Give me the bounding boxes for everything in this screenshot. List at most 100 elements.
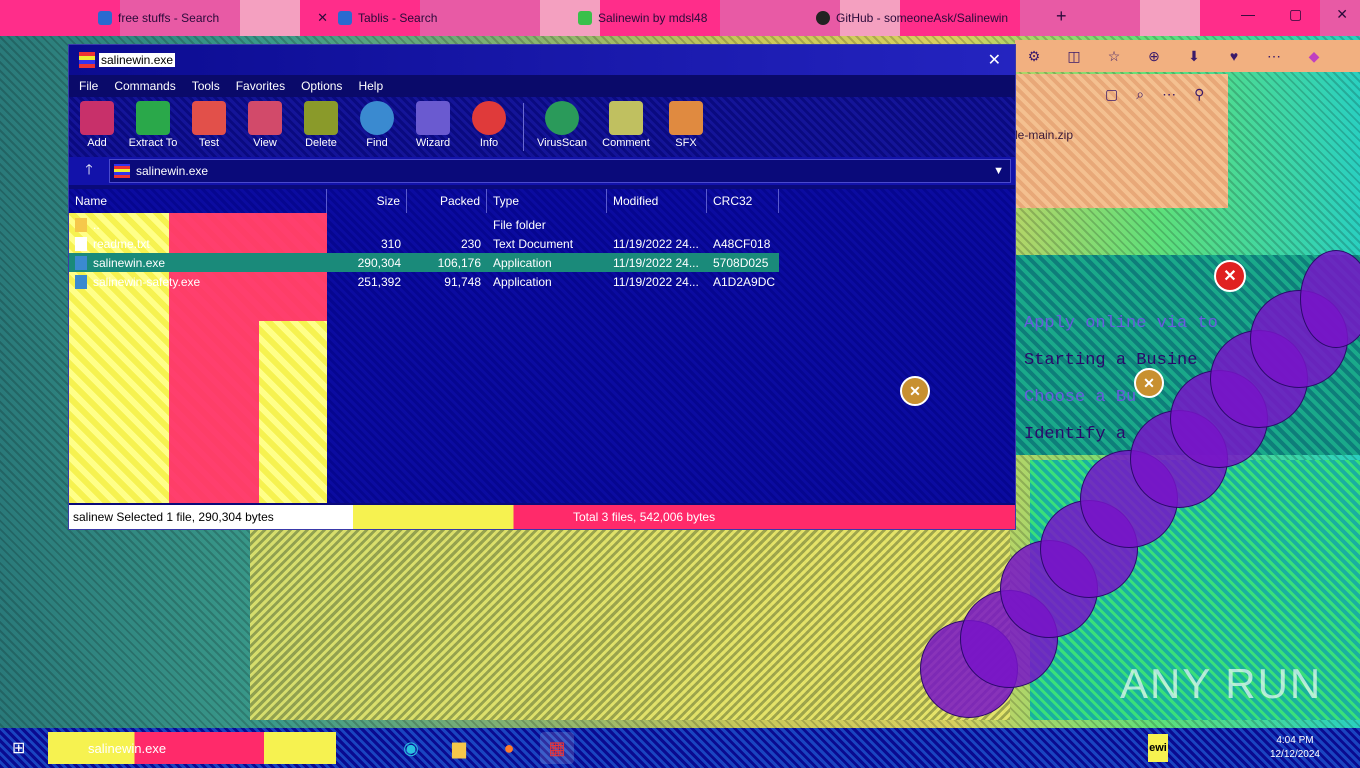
column-header-packed[interactable]: Packed: [407, 189, 487, 213]
clock[interactable]: 4:04 PM 12/12/2024: [1270, 734, 1320, 762]
path-field[interactable]: salinewin.exe ▼: [109, 159, 1011, 183]
edge-icon[interactable]: ◉: [394, 732, 428, 764]
virus-scan-icon: [545, 101, 579, 135]
tool-label: Find: [366, 137, 388, 149]
info-button[interactable]: Info: [461, 97, 517, 157]
downloads-tools: ▢ ⌕ ⋯ ⚲: [1105, 86, 1204, 103]
new-tab-button[interactable]: +: [1056, 6, 1067, 27]
tool-label: Extract To: [128, 137, 178, 149]
error-icon: ✕: [1214, 260, 1246, 292]
more-icon[interactable]: ⋯: [1265, 47, 1283, 65]
close-button[interactable]: ✕: [988, 50, 1001, 70]
status-selection: salinew Selected 1 file, 290,304 bytes: [73, 510, 274, 524]
download-file-name[interactable]: le-main.zip: [1015, 128, 1073, 142]
add-button[interactable]: Add: [69, 97, 125, 157]
taskbar-search-text: salinewin.exe: [88, 740, 167, 756]
winrar-window: salinewin.exe ✕ File Commands Tools Favo…: [68, 44, 1016, 530]
tool-label: Delete: [305, 137, 337, 149]
close-button[interactable]: ✕: [1336, 6, 1348, 23]
close-icon[interactable]: ✕: [317, 10, 328, 26]
minimize-button[interactable]: —: [1241, 6, 1255, 23]
size-cell: 251,392: [357, 274, 401, 289]
virusscan-button[interactable]: VirusScan: [530, 97, 594, 157]
browser-tab[interactable]: GitHub - someoneAsk/Salinewin: [808, 4, 1064, 32]
table-row[interactable]: salinewin.exe 290,304 106,176 Applicatio…: [69, 253, 779, 272]
table-row[interactable]: readme.txt 310 230 Text Document 11/19/2…: [69, 234, 779, 253]
start-icon[interactable]: ⊞: [12, 738, 25, 758]
menu-tools[interactable]: Tools: [192, 79, 220, 93]
column-header-crc32[interactable]: CRC32: [707, 189, 779, 213]
modified-cell: [613, 215, 707, 234]
toolbar-separator: [523, 103, 524, 151]
chevron-down-icon[interactable]: ▼: [993, 165, 1004, 177]
column-header-size[interactable]: Size: [327, 189, 407, 213]
crc-cell: A1D2A9DC: [713, 274, 776, 289]
packed-cell: 106,176: [437, 255, 481, 270]
size-cell: 290,304: [357, 255, 401, 270]
file-explorer-icon[interactable]: ▆: [442, 732, 476, 764]
test-button[interactable]: Test: [181, 97, 237, 157]
open-folder-icon[interactable]: ▢: [1105, 86, 1118, 103]
pin-icon[interactable]: ⚲: [1194, 86, 1204, 103]
page-line[interactable]: Apply online via to: [1024, 314, 1218, 333]
wizard-button[interactable]: Wizard: [405, 97, 461, 157]
table-row[interactable]: .. File folder: [69, 215, 779, 234]
name-cell: salinewin.exe: [75, 253, 325, 272]
copilot-icon[interactable]: ◆: [1305, 47, 1323, 65]
favorites-icon[interactable]: ☆: [1105, 47, 1123, 65]
search-icon[interactable]: ⌕: [1136, 86, 1144, 103]
menu-help[interactable]: Help: [358, 79, 383, 93]
menu-file[interactable]: File: [79, 79, 98, 93]
winrar-taskbar-icon[interactable]: ▦: [540, 732, 574, 764]
page-line[interactable]: Identify a: [1024, 425, 1126, 444]
collections-icon[interactable]: ⊕: [1145, 47, 1163, 65]
file-name: salinewin.exe: [93, 255, 166, 270]
tool-label: Info: [479, 137, 499, 149]
page-line[interactable]: Choose a Bu: [1024, 388, 1136, 407]
menu-options[interactable]: Options: [301, 79, 342, 93]
title-bar: salinewin.exe ✕: [69, 45, 1015, 75]
error-icon: ✕: [900, 376, 930, 406]
table-row[interactable]: salinewin-safety.exe 251,392 91,748 Appl…: [69, 272, 779, 291]
tab-title: GitHub - someoneAsk/Salinewin: [836, 11, 1009, 25]
page-line[interactable]: Starting a Busine: [1024, 351, 1197, 370]
file-name: salinewin-safety.exe: [93, 274, 201, 289]
tool-label: View: [253, 137, 277, 149]
more-icon[interactable]: ⋯: [1162, 86, 1176, 103]
file-list: Name Size Packed Type Modified CRC32 .. …: [69, 189, 1015, 503]
browser-tab[interactable]: Tablis - Search: [330, 4, 526, 32]
browser-tab[interactable]: Salinewin by mdsl48: [570, 4, 786, 32]
comment-button[interactable]: Comment: [594, 97, 658, 157]
tool-label: Wizard: [415, 137, 451, 149]
column-header-modified[interactable]: Modified: [607, 189, 707, 213]
size-cell: 310: [380, 236, 401, 251]
browser-essentials-icon[interactable]: ♥: [1225, 47, 1243, 65]
name-cell: salinewin-safety.exe: [75, 272, 325, 291]
sfx-button[interactable]: SFX: [658, 97, 714, 157]
path-bar: 🡑 salinewin.exe ▼: [69, 157, 1015, 185]
column-header-type[interactable]: Type: [487, 189, 607, 213]
menu-commands[interactable]: Commands: [114, 79, 175, 93]
packed-cell: 91,748: [444, 274, 481, 289]
clock-date: 12/12/2024: [1269, 749, 1320, 760]
extensions-icon[interactable]: ⚙: [1025, 47, 1043, 65]
modified-cell: 11/19/2022 24...: [613, 255, 699, 270]
taskbar-search[interactable]: salinewin.exe: [48, 732, 336, 764]
firefox-icon[interactable]: ●: [492, 732, 526, 764]
downloads-icon[interactable]: ⬇: [1185, 47, 1203, 65]
extract-to-button[interactable]: Extract To: [125, 97, 181, 157]
delete-button[interactable]: Delete: [293, 97, 349, 157]
find-button[interactable]: Find: [349, 97, 405, 157]
text-file-icon: [75, 236, 87, 251]
browser-tab-strip: free stuffs - Search ✕ Tablis - Search S…: [0, 0, 1360, 36]
browser-tab[interactable]: free stuffs - Search ✕: [90, 4, 336, 32]
maximize-button[interactable]: ▢: [1289, 6, 1302, 23]
menu-favorites[interactable]: Favorites: [236, 79, 285, 93]
split-screen-icon[interactable]: ◫: [1065, 47, 1083, 65]
up-folder-button[interactable]: 🡑: [69, 157, 109, 185]
view-button[interactable]: View: [237, 97, 293, 157]
watermark: ANY RUN: [1120, 660, 1323, 707]
tool-label: Comment: [602, 137, 650, 149]
column-header-name[interactable]: Name: [69, 189, 327, 213]
tool-label: Test: [198, 137, 220, 149]
